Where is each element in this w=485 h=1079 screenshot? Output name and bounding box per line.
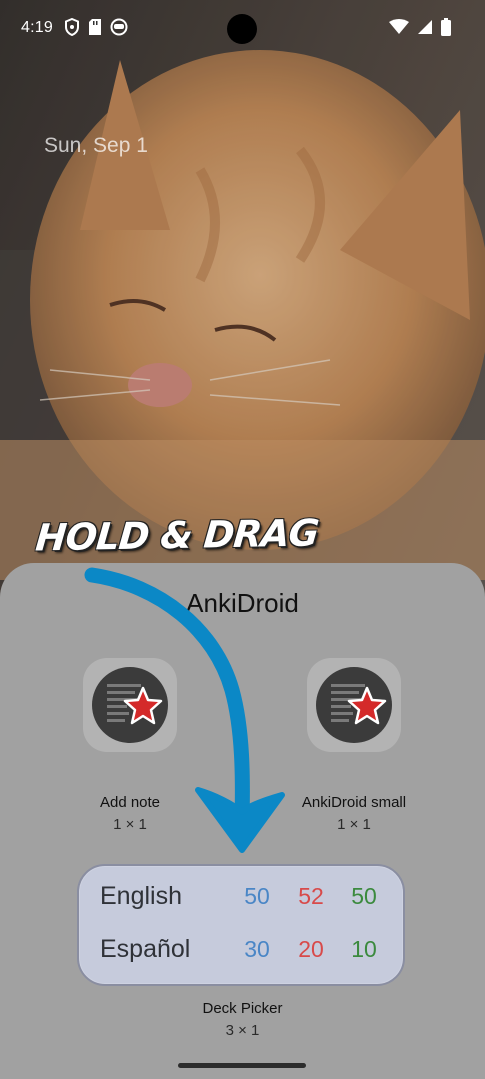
widget-option-name: Add note bbox=[99, 794, 161, 811]
ankidroid-app-icon bbox=[316, 667, 392, 743]
hold-drag-banner: HOLD & DRAG bbox=[33, 511, 321, 560]
deck-review-count: 50 bbox=[351, 883, 377, 909]
signal-icon bbox=[417, 19, 433, 40]
gesture-nav-handle[interactable] bbox=[178, 1063, 306, 1068]
widget-picker-app-name: AnkiDroid bbox=[186, 588, 299, 618]
deck-row: English 50 52 50 bbox=[79, 882, 403, 922]
widget-option-add-note[interactable]: Add note 1 × 1 bbox=[40, 658, 220, 833]
sd-card-icon bbox=[88, 18, 102, 41]
deck-new-count: 30 bbox=[244, 936, 270, 962]
widget-option-name: AnkiDroid small bbox=[301, 794, 407, 811]
deck-picker-name: Deck Picker bbox=[202, 1000, 283, 1017]
shield-icon bbox=[64, 17, 80, 41]
lock-screen-date: Sun, Sep 1 bbox=[44, 134, 148, 157]
deck-picker-size: 3 × 1 bbox=[225, 1022, 260, 1039]
deck-row: Español 30 20 10 bbox=[79, 935, 403, 975]
deck-picker-widget-preview[interactable]: English 50 52 50 Español 30 20 10 bbox=[77, 864, 405, 986]
camera-cutout bbox=[227, 14, 257, 44]
deck-learn-count: 20 bbox=[298, 936, 324, 962]
ankidroid-app-icon bbox=[92, 667, 168, 743]
widget-option-size: 1 × 1 bbox=[113, 816, 147, 833]
deck-name: Español bbox=[100, 935, 191, 963]
deck-learn-count: 52 bbox=[298, 883, 324, 909]
wifi-icon bbox=[389, 19, 409, 40]
widget-picker-sheet: AnkiDroid Add note 1 × 1 AnkiDroid small… bbox=[0, 563, 485, 1079]
battery-icon bbox=[441, 18, 451, 41]
widget-preview[interactable] bbox=[83, 658, 177, 752]
deck-new-count: 50 bbox=[244, 883, 270, 909]
widget-preview[interactable] bbox=[307, 658, 401, 752]
widget-option-ankidroid-small[interactable]: AnkiDroid small 1 × 1 bbox=[264, 658, 444, 833]
deck-name: English bbox=[100, 882, 182, 910]
deck-review-count: 10 bbox=[351, 936, 377, 962]
status-bar: 4:19 bbox=[0, 0, 485, 60]
vpn-face-icon bbox=[110, 18, 128, 41]
status-time: 4:19 bbox=[21, 19, 53, 36]
widget-option-size: 1 × 1 bbox=[337, 816, 371, 833]
